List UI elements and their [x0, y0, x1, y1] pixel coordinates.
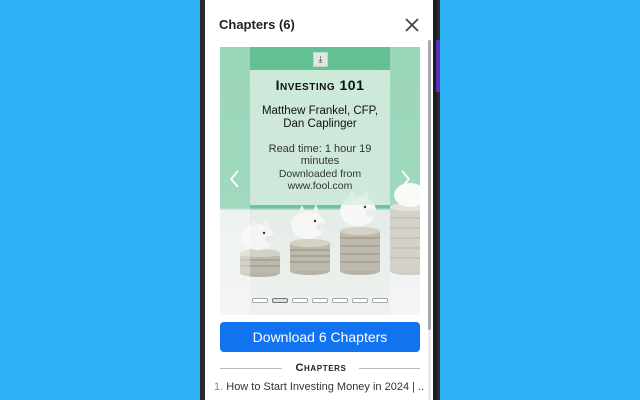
read-time: Read time: 1 hour 19 minutes [268, 143, 372, 167]
download-icon[interactable]: ⤓ [313, 52, 328, 67]
carousel-dot[interactable] [372, 298, 388, 303]
chevron-right-icon [401, 170, 411, 188]
chapter-title: How to Start Investing Money in 2024 | .… [226, 381, 424, 393]
popup-title: Chapters (6) [219, 17, 295, 32]
carousel-dot[interactable] [332, 298, 348, 303]
chapters-divider-left [220, 368, 282, 369]
download-chapters-button[interactable]: Download 6 Chapters [220, 322, 420, 352]
carousel-dot[interactable] [292, 298, 308, 303]
close-button[interactable] [403, 16, 421, 34]
chapters-heading: Chapters [295, 362, 347, 374]
carousel-dot[interactable] [252, 298, 268, 303]
background-accent-mark [436, 40, 440, 92]
chevron-left-icon [229, 170, 239, 188]
scrollbar[interactable] [428, 40, 431, 400]
book-author: Matthew Frankel, CFP, Dan Caplinger [261, 105, 379, 130]
scrollbar-thumb[interactable] [428, 40, 431, 330]
carousel-next-button[interactable] [396, 167, 414, 191]
chapters-popup: Chapters (6) ⤓ Investing 101 Matthew Fra… [205, 0, 433, 400]
cover-carousel[interactable]: ⤓ Investing 101 Matthew Frankel, CFP, Da… [220, 47, 420, 315]
carousel-prev-button[interactable] [226, 167, 244, 191]
carousel-dot[interactable] [272, 298, 288, 303]
carousel-indicators [250, 298, 390, 303]
source-text: Downloaded from www.fool.com [278, 168, 362, 192]
chapter-list-item[interactable]: 1. How to Start Investing Money in 2024 … [214, 381, 424, 393]
close-icon [405, 18, 419, 32]
chapter-number: 1. [214, 381, 224, 393]
carousel-dot[interactable] [352, 298, 368, 303]
carousel-dot[interactable] [312, 298, 328, 303]
chapters-divider-right [359, 368, 420, 369]
book-title: Investing 101 [275, 77, 365, 93]
background-window-edge-right [433, 0, 440, 400]
